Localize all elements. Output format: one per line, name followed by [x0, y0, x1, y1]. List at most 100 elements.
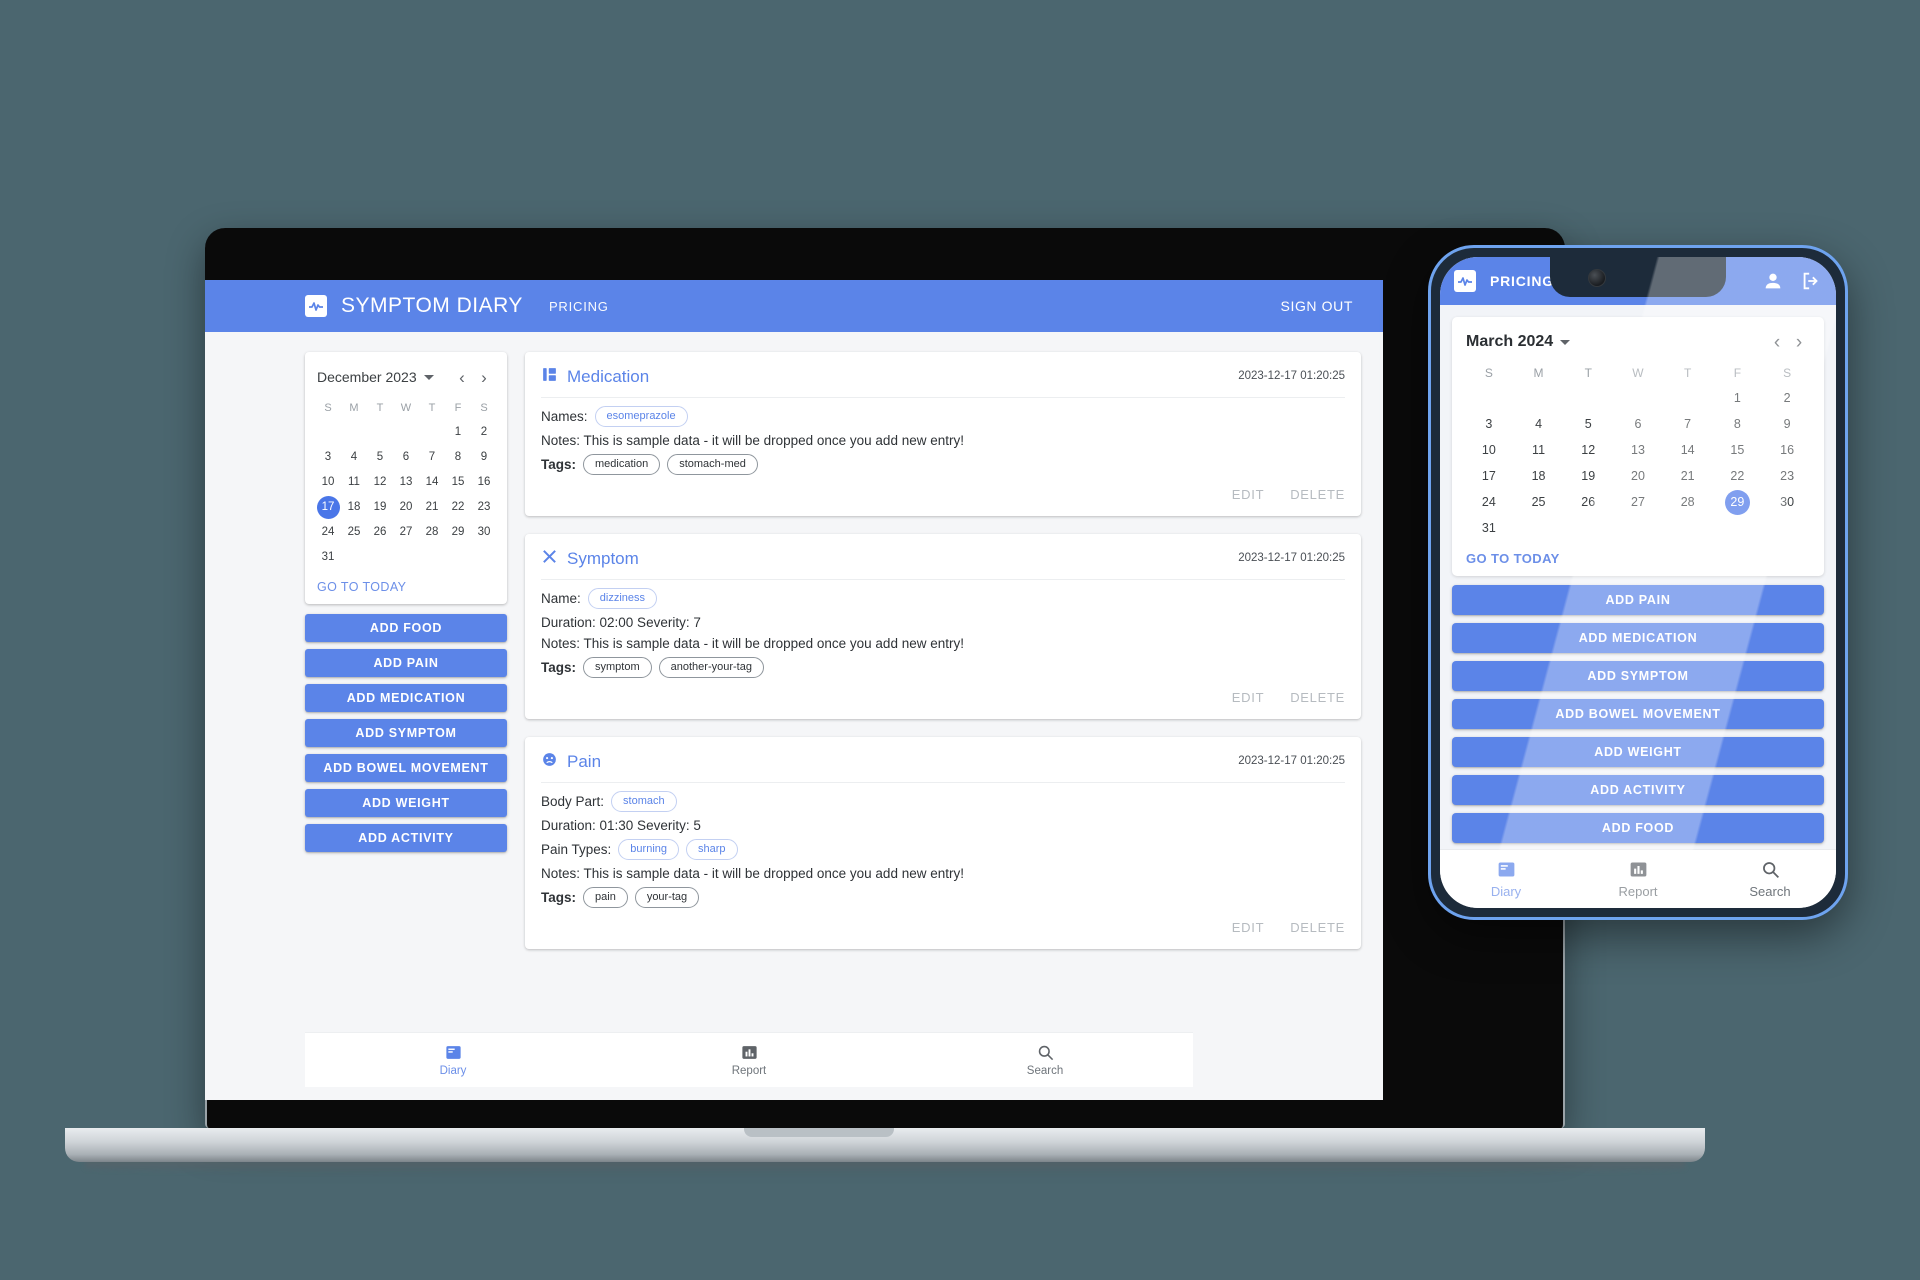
- calendar-day[interactable]: 2: [473, 421, 496, 444]
- chevron-left-icon[interactable]: ‹: [1766, 333, 1788, 352]
- calendar-day-cell[interactable]: 29: [445, 520, 471, 545]
- calendar-day[interactable]: 16: [1775, 438, 1800, 463]
- entry-tag-chip[interactable]: your-tag: [634, 887, 700, 908]
- nav-item-diary[interactable]: Diary: [305, 1043, 601, 1077]
- entry-tag-chip[interactable]: medication: [583, 454, 661, 475]
- entry-tag-chip[interactable]: another-your-tag: [658, 657, 764, 678]
- calendar-day-cell[interactable]: 25: [1514, 489, 1564, 515]
- calendar-day[interactable]: 27: [395, 521, 418, 544]
- calendar-day[interactable]: 8: [1725, 412, 1750, 437]
- entry-value-chip[interactable]: stomach: [611, 791, 677, 812]
- entry-value-chip[interactable]: dizziness: [587, 588, 658, 609]
- calendar-day[interactable]: 6: [1625, 412, 1650, 437]
- calendar-day-cell[interactable]: 9: [1762, 411, 1812, 437]
- calendar-day-cell[interactable]: 24: [315, 520, 341, 545]
- calendar-day-cell[interactable]: 6: [393, 445, 419, 470]
- add-button-add-activity[interactable]: ADD ACTIVITY: [1452, 775, 1824, 805]
- calendar-day-cell[interactable]: 3: [315, 445, 341, 470]
- calendar-day[interactable]: 25: [1526, 490, 1551, 515]
- entry-edit-button[interactable]: EDIT: [1232, 690, 1264, 705]
- entry-tag-chip[interactable]: symptom: [583, 657, 652, 678]
- calendar-day-cell[interactable]: 30: [471, 520, 497, 545]
- calendar-day[interactable]: 19: [1576, 464, 1601, 489]
- calendar-day[interactable]: 31: [317, 546, 340, 569]
- calendar-day[interactable]: 7: [421, 446, 444, 469]
- add-button-add-weight[interactable]: ADD WEIGHT: [1452, 737, 1824, 767]
- calendar-day-cell[interactable]: 31: [1464, 515, 1514, 541]
- add-button-add-symptom[interactable]: ADD SYMPTOM: [1452, 661, 1824, 691]
- calendar-day[interactable]: 22: [447, 496, 470, 519]
- phone-nav-pricing[interactable]: PRICING: [1490, 273, 1554, 289]
- calendar-day-cell[interactable]: 17: [1464, 463, 1514, 489]
- calendar-day-cell[interactable]: 11: [1514, 437, 1564, 463]
- calendar-day[interactable]: 18: [1526, 464, 1551, 489]
- calendar-selected-day[interactable]: 17: [316, 496, 340, 519]
- calendar-day-cell[interactable]: 27: [393, 520, 419, 545]
- calendar-day-cell[interactable]: 30: [1762, 489, 1812, 515]
- calendar-day[interactable]: 23: [1775, 464, 1800, 489]
- calendar-day-cell[interactable]: 6: [1613, 411, 1663, 437]
- calendar-day-cell[interactable]: 31: [315, 545, 341, 570]
- calendar-day[interactable]: 27: [1625, 490, 1650, 515]
- calendar-day-cell[interactable]: 25: [341, 520, 367, 545]
- calendar-day[interactable]: 17: [1476, 464, 1501, 489]
- calendar-day-cell[interactable]: 18: [1514, 463, 1564, 489]
- calendar-day-cell[interactable]: 16: [1762, 437, 1812, 463]
- desktop-calendar-month[interactable]: December 2023: [317, 369, 417, 385]
- calendar-day-cell[interactable]: 1: [1713, 385, 1763, 411]
- calendar-day[interactable]: 14: [1675, 438, 1700, 463]
- calendar-day[interactable]: 13: [395, 471, 418, 494]
- calendar-day[interactable]: 24: [317, 521, 340, 544]
- calendar-day[interactable]: 6: [395, 446, 418, 469]
- entry-value-chip[interactable]: sharp: [686, 839, 738, 860]
- phone-calendar-month[interactable]: March 2024: [1466, 333, 1553, 351]
- calendar-day[interactable]: 20: [1625, 464, 1650, 489]
- add-button-add-pain[interactable]: ADD PAIN: [1452, 585, 1824, 615]
- calendar-day-cell[interactable]: 10: [1464, 437, 1514, 463]
- calendar-day[interactable]: 9: [1775, 412, 1800, 437]
- calendar-day-cell[interactable]: 24: [1464, 489, 1514, 515]
- calendar-day[interactable]: 19: [369, 496, 392, 519]
- calendar-day[interactable]: 21: [1675, 464, 1700, 489]
- calendar-day[interactable]: 30: [473, 521, 496, 544]
- calendar-day-cell[interactable]: 18: [341, 495, 367, 520]
- desktop-brand[interactable]: SYMPTOM DIARY: [305, 294, 523, 318]
- chevron-down-icon[interactable]: [1560, 339, 1571, 345]
- calendar-day[interactable]: 13: [1625, 438, 1650, 463]
- nav-item-search[interactable]: Search: [897, 1043, 1193, 1077]
- add-button-add-weight[interactable]: ADD WEIGHT: [305, 789, 507, 817]
- calendar-day[interactable]: 5: [1576, 412, 1601, 437]
- add-button-add-bowel-movement[interactable]: ADD BOWEL MOVEMENT: [1452, 699, 1824, 729]
- add-button-add-food[interactable]: ADD FOOD: [305, 614, 507, 642]
- calendar-day-cell[interactable]: 13: [1613, 437, 1663, 463]
- entry-delete-button[interactable]: DELETE: [1290, 920, 1345, 935]
- calendar-day[interactable]: 3: [317, 446, 340, 469]
- calendar-day[interactable]: 26: [369, 521, 392, 544]
- calendar-day-cell[interactable]: 8: [445, 445, 471, 470]
- entry-value-chip[interactable]: burning: [618, 839, 679, 860]
- calendar-day-cell[interactable]: 5: [367, 445, 393, 470]
- add-button-add-bowel-movement[interactable]: ADD BOWEL MOVEMENT: [305, 754, 507, 782]
- calendar-day[interactable]: 7: [1675, 412, 1700, 437]
- calendar-day-cell[interactable]: 16: [471, 470, 497, 495]
- calendar-day-cell[interactable]: 19: [367, 495, 393, 520]
- entry-edit-button[interactable]: EDIT: [1232, 920, 1264, 935]
- calendar-day[interactable]: 28: [1675, 490, 1700, 515]
- calendar-day-cell[interactable]: 27: [1613, 489, 1663, 515]
- calendar-day-cell[interactable]: 2: [1762, 385, 1812, 411]
- calendar-day[interactable]: 1: [447, 421, 470, 444]
- calendar-day[interactable]: 3: [1476, 412, 1501, 437]
- calendar-day-cell[interactable]: 2: [471, 420, 497, 445]
- calendar-day-cell[interactable]: 26: [1563, 489, 1613, 515]
- calendar-day[interactable]: 10: [1476, 438, 1501, 463]
- calendar-day[interactable]: 23: [473, 496, 496, 519]
- calendar-day-cell[interactable]: 12: [1563, 437, 1613, 463]
- calendar-day-cell[interactable]: 7: [1663, 411, 1713, 437]
- calendar-day[interactable]: 4: [1526, 412, 1551, 437]
- calendar-day[interactable]: 22: [1725, 464, 1750, 489]
- calendar-day-cell[interactable]: 15: [445, 470, 471, 495]
- calendar-day[interactable]: 18: [343, 496, 366, 519]
- calendar-day[interactable]: 11: [1526, 438, 1551, 463]
- logout-arrow-icon[interactable]: [1800, 270, 1822, 292]
- nav-item-search[interactable]: Search: [1704, 859, 1836, 899]
